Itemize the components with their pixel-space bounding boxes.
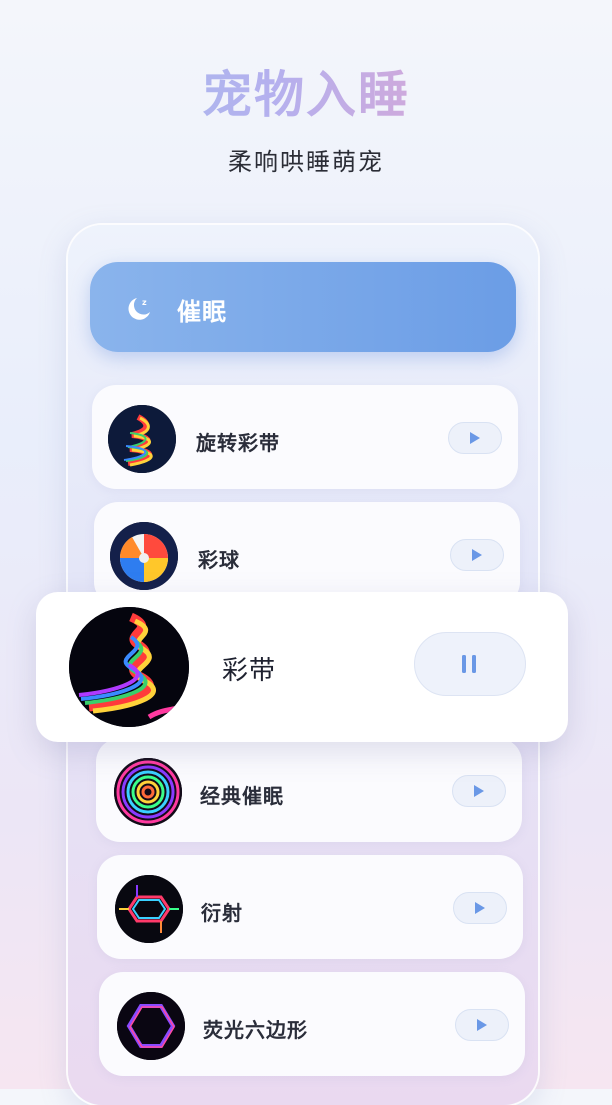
list-item-label: 衍射 bbox=[201, 901, 243, 925]
list-item[interactable]: 经典催眠 bbox=[96, 738, 522, 842]
play-button[interactable] bbox=[452, 775, 506, 807]
pause-icon bbox=[462, 655, 476, 673]
hypnosis-mode-label: 催眠 bbox=[177, 298, 227, 326]
now-playing-card[interactable]: 彩带 bbox=[36, 592, 568, 742]
list-item[interactable]: 彩球 bbox=[94, 502, 520, 606]
list-item-label: 旋转彩带 bbox=[196, 431, 280, 455]
neon-hexagon-thumbnail bbox=[117, 992, 185, 1060]
rainbow-spiral-thumbnail bbox=[108, 405, 176, 473]
moon-sleep-icon: z bbox=[128, 298, 150, 320]
diffraction-hexagon-thumbnail bbox=[115, 875, 183, 943]
list-item-label: 经典催眠 bbox=[200, 784, 284, 808]
play-button[interactable] bbox=[455, 1009, 509, 1041]
list-item-label: 彩球 bbox=[198, 548, 240, 572]
list-item[interactable]: 旋转彩带 bbox=[92, 385, 518, 489]
page-subtitle: 柔响哄睡萌宠 bbox=[228, 148, 384, 176]
pause-button[interactable] bbox=[414, 632, 526, 696]
play-icon bbox=[475, 902, 485, 914]
list-item[interactable]: 荧光六边形 bbox=[99, 972, 525, 1076]
now-playing-label: 彩带 bbox=[222, 656, 277, 686]
beach-ball-thumbnail bbox=[110, 522, 178, 590]
play-icon bbox=[470, 432, 480, 444]
play-button[interactable] bbox=[453, 892, 507, 924]
hypnotic-circles-thumbnail bbox=[114, 758, 182, 826]
hypnosis-mode-button[interactable]: z 催眠 bbox=[90, 262, 516, 352]
list-item[interactable]: 衍射 bbox=[97, 855, 523, 959]
play-icon bbox=[472, 549, 482, 561]
list-item-label: 荧光六边形 bbox=[203, 1018, 308, 1042]
play-icon bbox=[474, 785, 484, 797]
play-icon bbox=[477, 1019, 487, 1031]
play-button[interactable] bbox=[448, 422, 502, 454]
rainbow-ribbon-thumbnail bbox=[69, 607, 189, 727]
page-title: 宠物入睡 bbox=[0, 55, 612, 127]
play-button[interactable] bbox=[450, 539, 504, 571]
svg-text:z: z bbox=[142, 298, 147, 307]
